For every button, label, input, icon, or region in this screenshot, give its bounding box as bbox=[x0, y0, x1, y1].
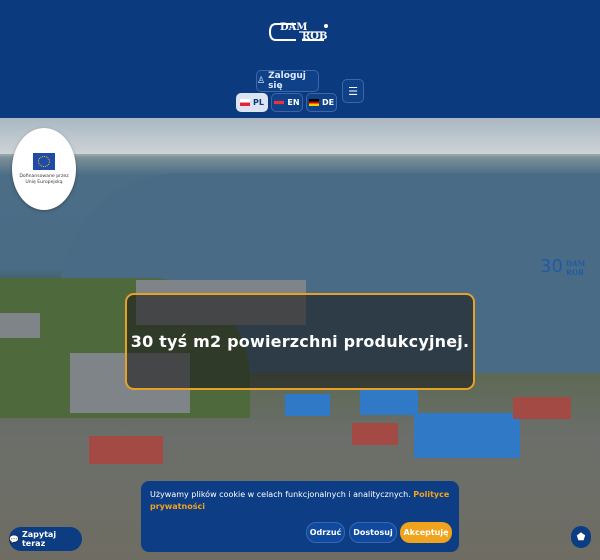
damrob-logo[interactable]: DAM ROB bbox=[268, 20, 332, 44]
hero-30-text: 30 bbox=[540, 256, 563, 277]
hero-headline: 30 tyś m2 powierzchni produkcyjnej. bbox=[130, 332, 470, 351]
chat-icon: 💬 bbox=[9, 534, 19, 544]
uk-flag-icon bbox=[274, 99, 285, 106]
lang-de-label: DE bbox=[321, 98, 335, 107]
accept-cookies-button[interactable]: Akceptuję bbox=[400, 522, 452, 543]
germany-flag-icon bbox=[308, 99, 319, 106]
hamburger-menu-button[interactable]: ☰ bbox=[342, 79, 364, 103]
lang-pl-button[interactable]: PL bbox=[236, 93, 268, 112]
cookie-banner: Używamy plików cookie w celach funkcjona… bbox=[141, 481, 459, 552]
blue-roof bbox=[360, 390, 418, 415]
ask-now-button[interactable]: 💬 Zapytaj teraz bbox=[9, 527, 82, 551]
lang-en-button[interactable]: EN bbox=[271, 93, 303, 112]
eu-funding-badge[interactable]: Dofinansowane przez Unię Europejską bbox=[12, 128, 76, 210]
location-pin-icon: ⬟ bbox=[576, 531, 586, 543]
red-roof bbox=[89, 436, 163, 464]
logo-bottom-text: ROB bbox=[302, 31, 328, 42]
hero-logo-text: DAM ROB bbox=[566, 259, 586, 277]
blue-roof bbox=[285, 394, 330, 416]
cookie-text: Używamy plików cookie w celach funkcjona… bbox=[150, 489, 450, 513]
red-roof bbox=[513, 397, 571, 419]
blue-roof bbox=[414, 413, 520, 458]
building bbox=[0, 313, 40, 338]
location-button[interactable]: ⬟ bbox=[571, 526, 591, 548]
menu-icon: ☰ bbox=[348, 84, 358, 98]
eu-funding-text: Dofinansowane przez Unię Europejską bbox=[19, 173, 69, 185]
login-label: Zaloguj się bbox=[268, 71, 306, 91]
hero-headline-box: 30 tyś m2 powierzchni produkcyjnej. bbox=[125, 293, 475, 390]
lang-pl-label: PL bbox=[253, 98, 264, 107]
hero-sky bbox=[0, 118, 600, 154]
site-header: DAM ROB ♙ Zaloguj się ☰ PL EN DE bbox=[0, 0, 600, 118]
customize-cookies-button[interactable]: Dostosuj bbox=[349, 522, 397, 543]
cookie-message: Używamy plików cookie w celach funkcjona… bbox=[150, 490, 411, 499]
reject-cookies-button[interactable]: Odrzuć bbox=[306, 522, 345, 543]
login-button[interactable]: ♙ Zaloguj się bbox=[256, 70, 319, 92]
lang-en-label: EN bbox=[287, 98, 300, 107]
eu-flag-icon bbox=[33, 152, 55, 170]
lang-de-button[interactable]: DE bbox=[306, 93, 337, 112]
ask-now-label: Zapytaj teraz bbox=[21, 530, 57, 548]
red-roof bbox=[352, 423, 398, 445]
user-icon: ♙ bbox=[257, 76, 266, 86]
poland-flag-icon bbox=[240, 99, 251, 106]
